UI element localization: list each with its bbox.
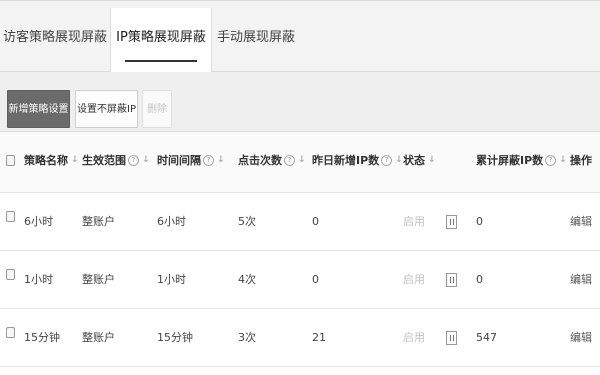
help-icon[interactable]: ?: [545, 154, 557, 166]
cell-name: 15分钟: [24, 331, 60, 344]
col-interval-header: 时间间隔? ↓: [157, 132, 225, 193]
cell-status: 启用: [403, 331, 425, 344]
strategy-tab-bar: 访客策略展现屏蔽 IP策略展现屏蔽 手动展现屏蔽: [0, 0, 600, 73]
help-icon[interactable]: ?: [128, 154, 139, 166]
col-scope-header: 生效范围? ↓: [82, 132, 150, 193]
edit-link[interactable]: 编辑: [570, 309, 592, 367]
sort-arrow-icon[interactable]: ↓: [217, 131, 225, 189]
col-new-ip-header: 昨日新增IP数? ↓: [312, 132, 403, 193]
select-all-checkbox[interactable]: [6, 155, 15, 166]
table-row: 15分钟 整账户 15分钟 3次 21 启用 547 编辑: [0, 309, 600, 367]
cell-new-ip: 0: [312, 273, 319, 286]
help-icon[interactable]: ?: [203, 154, 214, 166]
pause-icon[interactable]: [446, 215, 457, 229]
help-icon[interactable]: ?: [284, 154, 295, 166]
cell-total-ip: 0: [476, 215, 483, 228]
cell-interval: 15分钟: [157, 331, 193, 344]
col-status-header: 状态 ↓: [403, 132, 436, 193]
add-strategy-button[interactable]: 新增策略设置: [7, 90, 70, 128]
col-name-header[interactable]: 策略名称 ↓: [24, 132, 79, 193]
tab-visitor-strategy[interactable]: 访客策略展现屏蔽: [0, 8, 110, 72]
col-action-header: 操作: [570, 132, 592, 193]
cell-new-ip: 0: [312, 215, 319, 228]
sort-arrow-icon[interactable]: ↓: [298, 131, 306, 189]
col-scope-label: 生效范围: [82, 154, 126, 167]
pause-icon[interactable]: [446, 273, 457, 287]
col-clicks-label: 点击次数: [238, 154, 282, 167]
sort-arrow-icon[interactable]: ↓: [428, 131, 436, 189]
row-checkbox[interactable]: [6, 269, 15, 280]
cell-interval: 6小时: [157, 215, 186, 228]
cell-clicks: 5次: [238, 215, 256, 228]
cell-scope: 整账户: [82, 273, 115, 286]
col-interval-label: 时间间隔: [157, 154, 201, 167]
cell-clicks: 4次: [238, 273, 256, 286]
col-new-ip-label: 昨日新增IP数: [312, 154, 380, 167]
cell-name: 6小时: [24, 215, 53, 228]
cell-scope: 整账户: [82, 215, 115, 228]
col-name-label: 策略名称: [24, 154, 68, 167]
sort-arrow-icon[interactable]: ↓: [559, 131, 567, 189]
edit-link[interactable]: 编辑: [570, 251, 592, 309]
col-action-label: 操作: [570, 154, 592, 167]
table-row: 1小时 整账户 1小时 4次 0 启用 0 编辑: [0, 251, 600, 309]
tab-ip-strategy-label: IP策略展现屏蔽: [116, 30, 206, 45]
toolbar: 新增策略设置 设置不屏蔽IP 删除: [0, 72, 600, 132]
cell-total-ip: 547: [476, 331, 497, 344]
cell-status: 启用: [403, 215, 425, 228]
col-total-ip-label: 累计屏蔽IP数: [476, 154, 544, 167]
sort-arrow-icon[interactable]: ↓: [142, 131, 150, 189]
tab-visitor-strategy-label: 访客策略展现屏蔽: [2, 30, 107, 45]
sort-arrow-icon[interactable]: ↓: [71, 131, 79, 189]
help-icon[interactable]: ?: [381, 154, 393, 166]
pause-icon[interactable]: [446, 331, 457, 345]
row-checkbox[interactable]: [6, 211, 15, 222]
cell-interval: 1小时: [157, 273, 186, 286]
active-tab-underline: [125, 60, 197, 62]
sort-arrow-icon[interactable]: ↓: [395, 131, 403, 189]
table-row: 6小时 整账户 6小时 5次 0 启用 0 编辑: [0, 193, 600, 251]
cell-status: 启用: [403, 273, 425, 286]
cell-clicks: 3次: [238, 331, 256, 344]
set-no-block-ip-button[interactable]: 设置不屏蔽IP: [75, 90, 138, 128]
cell-name: 1小时: [24, 273, 53, 286]
col-clicks-header: 点击次数? ↓: [238, 132, 306, 193]
col-total-ip-header: 累计屏蔽IP数? ↓: [476, 132, 567, 193]
cell-new-ip: 21: [312, 331, 326, 344]
col-status-label: 状态: [403, 154, 425, 167]
cell-scope: 整账户: [82, 331, 115, 344]
row-checkbox[interactable]: [6, 327, 15, 338]
cell-total-ip: 0: [476, 273, 483, 286]
tab-ip-strategy[interactable]: IP策略展现屏蔽: [110, 8, 212, 73]
edit-link[interactable]: 编辑: [570, 193, 592, 251]
table-header: 策略名称 ↓ 生效范围? ↓ 时间间隔? ↓ 点击次数? ↓ 昨日新增IP数? ↓ 状态 ↓…: [0, 132, 600, 193]
tab-manual-block-label: 手动展现屏蔽: [216, 30, 295, 45]
tab-manual-block[interactable]: 手动展现屏蔽: [211, 8, 301, 72]
delete-button[interactable]: 删除: [142, 90, 172, 128]
